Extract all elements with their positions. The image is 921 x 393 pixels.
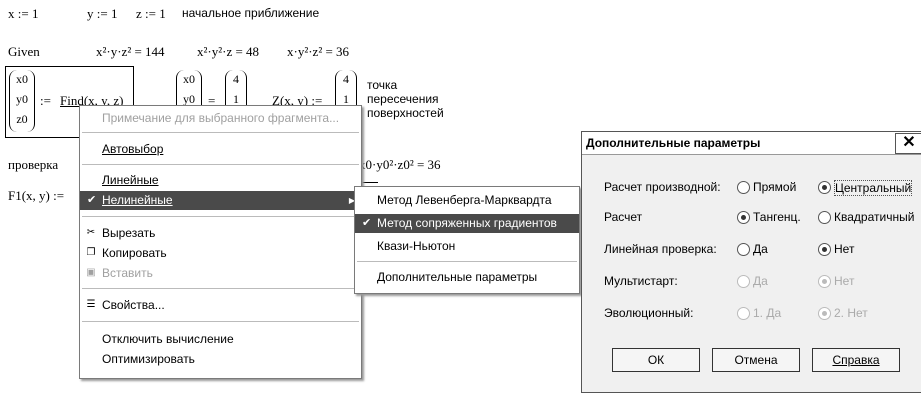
submenu-item-levenberg[interactable]: Метод Левенберга-Марквардта [355, 191, 579, 210]
copy-icon: ❐ [86, 247, 96, 258]
estimate-quadratic-label[interactable]: Квадратичный [834, 210, 914, 224]
linear-check-yes-radio[interactable] [737, 243, 750, 256]
assign-z: z := 1 [136, 6, 166, 21]
evolutionary-label: Эволюционный: [604, 306, 694, 320]
checkmark-icon: ✔ [362, 217, 372, 229]
paste-icon: ▣ [86, 267, 96, 278]
vector-x0: x0 [16, 72, 28, 86]
menu-item-note: Примечание для выбранного фрагмента... [102, 111, 340, 125]
menu-item-copy[interactable]: ❐ Копировать [80, 244, 361, 263]
linear-check-no-radio[interactable] [818, 243, 831, 256]
assign-y: y := 1 [87, 6, 118, 21]
dialog-title: Дополнительные параметры [582, 132, 921, 155]
menu-separator [82, 321, 359, 322]
vector-y0: y0 [16, 92, 28, 106]
given-label: Given [8, 44, 40, 59]
point-comment-line-3: поверхностей [367, 106, 444, 120]
linear-check-no-label[interactable]: Нет [834, 242, 854, 256]
nonlinear-submenu: Метод Левенберга-Марквардта ✔ Метод сопр… [354, 186, 580, 294]
point-comment-line-2: пересечения [367, 92, 439, 106]
menu-item-cut[interactable]: ✂ Вырезать [80, 224, 361, 243]
equation-2: x²·y²·z = 48 [197, 44, 260, 59]
multistart-yes-label: Да [753, 274, 768, 288]
multistart-label: Мультистарт: [604, 274, 678, 288]
checkmark-icon: ✔ [87, 194, 97, 206]
submenu-item-conjugate-gradient[interactable]: ✔ Метод сопряженных градиентов [355, 214, 579, 233]
menu-separator [82, 216, 359, 217]
advanced-options-dialog: Дополнительные параметры ✕ Расчет произв… [581, 131, 921, 393]
menu-item-disable-eval[interactable]: Отключить вычисление [80, 330, 361, 349]
multistart-no-label: Нет [834, 274, 855, 288]
evolutionary-yes-label: 1. Да [753, 306, 782, 320]
check-equation: x0·y0²·z0² = 36 [359, 157, 441, 172]
evolutionary-no-radio [818, 307, 831, 320]
z-value-1: 4 [343, 72, 349, 86]
menu-item-autoselect[interactable]: Автовыбор [80, 140, 361, 159]
menu-item-nonlinear[interactable]: ✔ Нелинейные ▶ [80, 191, 361, 210]
result-vector: x0 y0 z0 [9, 70, 35, 132]
estimate-tangent-label[interactable]: Тангенц. [753, 210, 801, 224]
ok-button[interactable]: ОК [612, 348, 700, 372]
rhs-x0: x0 [183, 72, 195, 86]
submenu-item-quasi-newton[interactable]: Квази-Ньютон [355, 237, 579, 256]
equation-3: x·y²·z² = 36 [287, 44, 350, 59]
menu-separator [82, 164, 359, 165]
menu-separator [357, 261, 577, 262]
estimate-label: Расчет [604, 210, 643, 224]
estimate-quadratic-radio[interactable] [818, 211, 831, 224]
derivative-forward-radio[interactable] [737, 181, 750, 194]
rhs-value-1: 4 [233, 72, 239, 86]
assign-x: x := 1 [8, 6, 39, 21]
submenu-item-advanced-options[interactable]: Дополнительные параметры [355, 268, 579, 287]
menu-separator [82, 288, 359, 289]
estimate-tangent-radio[interactable] [737, 211, 750, 224]
properties-icon: ☰ [86, 299, 96, 310]
equation-1: x²·y·z² = 144 [96, 44, 165, 59]
point-comment: точка пересечения поверхностей [367, 78, 444, 120]
initial-approx-comment: начальное приближение [182, 6, 320, 20]
assign-symbol: := [40, 93, 51, 108]
menu-item-properties[interactable]: ☰ Свойства... [80, 296, 361, 315]
context-menu: Примечание для выбранного фрагмента... А… [79, 105, 362, 379]
multistart-no-radio [818, 275, 831, 288]
cut-icon: ✂ [86, 227, 96, 238]
check-label: проверка [8, 157, 59, 172]
cancel-button[interactable]: Отмена [712, 348, 800, 372]
help-button[interactable]: Справка [812, 348, 900, 372]
menu-item-optimize[interactable]: Оптимизировать [80, 350, 361, 369]
multistart-yes-radio [737, 275, 750, 288]
evolutionary-yes-radio [737, 307, 750, 320]
linear-check-yes-label[interactable]: Да [753, 242, 768, 256]
derivative-central-label[interactable]: Центральный [834, 180, 913, 196]
close-icon[interactable]: ✕ [895, 133, 921, 154]
linear-check-label: Линейная проверка: [604, 242, 717, 256]
vector-z0: z0 [16, 112, 28, 126]
menu-item-linear[interactable]: Линейные [80, 171, 361, 190]
f1-label: F1(x, y) := [8, 188, 65, 203]
derivative-label: Расчет производной: [604, 180, 721, 194]
menu-separator [82, 132, 359, 133]
menu-item-paste: ▣ Вставить [86, 266, 153, 280]
derivative-forward-label[interactable]: Прямой [753, 180, 796, 194]
evolutionary-no-label: 2. Нет [834, 306, 868, 320]
derivative-central-radio[interactable] [818, 181, 831, 194]
point-comment-line-1: точка [367, 78, 398, 92]
